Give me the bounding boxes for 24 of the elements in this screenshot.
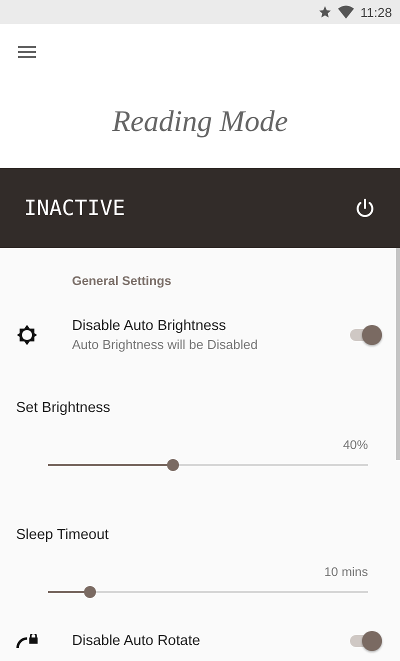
toggle-switch[interactable]	[350, 630, 382, 652]
app-logo: Reading Mode	[112, 104, 288, 140]
power-button[interactable]	[354, 197, 376, 219]
setting-summary: Auto Brightness will be Disabled	[72, 337, 259, 352]
brightness-icon	[16, 324, 38, 346]
slider-thumb[interactable]	[84, 586, 96, 598]
section-header: General Settings	[72, 274, 172, 290]
wifi-icon	[338, 5, 354, 19]
slider-value: 10 mins	[324, 565, 368, 579]
slider-value: 40%	[342, 438, 368, 452]
setting-row[interactable]: Disable Auto Rotate	[0, 630, 400, 652]
setting-row[interactable]: Disable Auto Brightness Auto Brightness will be Disabled	[0, 296, 400, 388]
mode-status: INACTIVE	[24, 196, 126, 220]
menu-icon	[18, 46, 36, 58]
setting-title: Disable Auto Brightness	[72, 318, 227, 334]
rotate-lock-icon	[16, 634, 38, 648]
setting-title: Disable Auto Rotate	[72, 633, 202, 649]
clock-time: 11:28	[360, 4, 392, 20]
toggle-switch[interactable]	[350, 324, 382, 346]
star-icon	[318, 5, 332, 19]
setting-title: Set Brightness	[16, 400, 112, 418]
setting-title: Sleep Timeout	[16, 527, 110, 545]
power-icon	[354, 197, 376, 219]
slider-thumb[interactable]	[166, 459, 179, 471]
